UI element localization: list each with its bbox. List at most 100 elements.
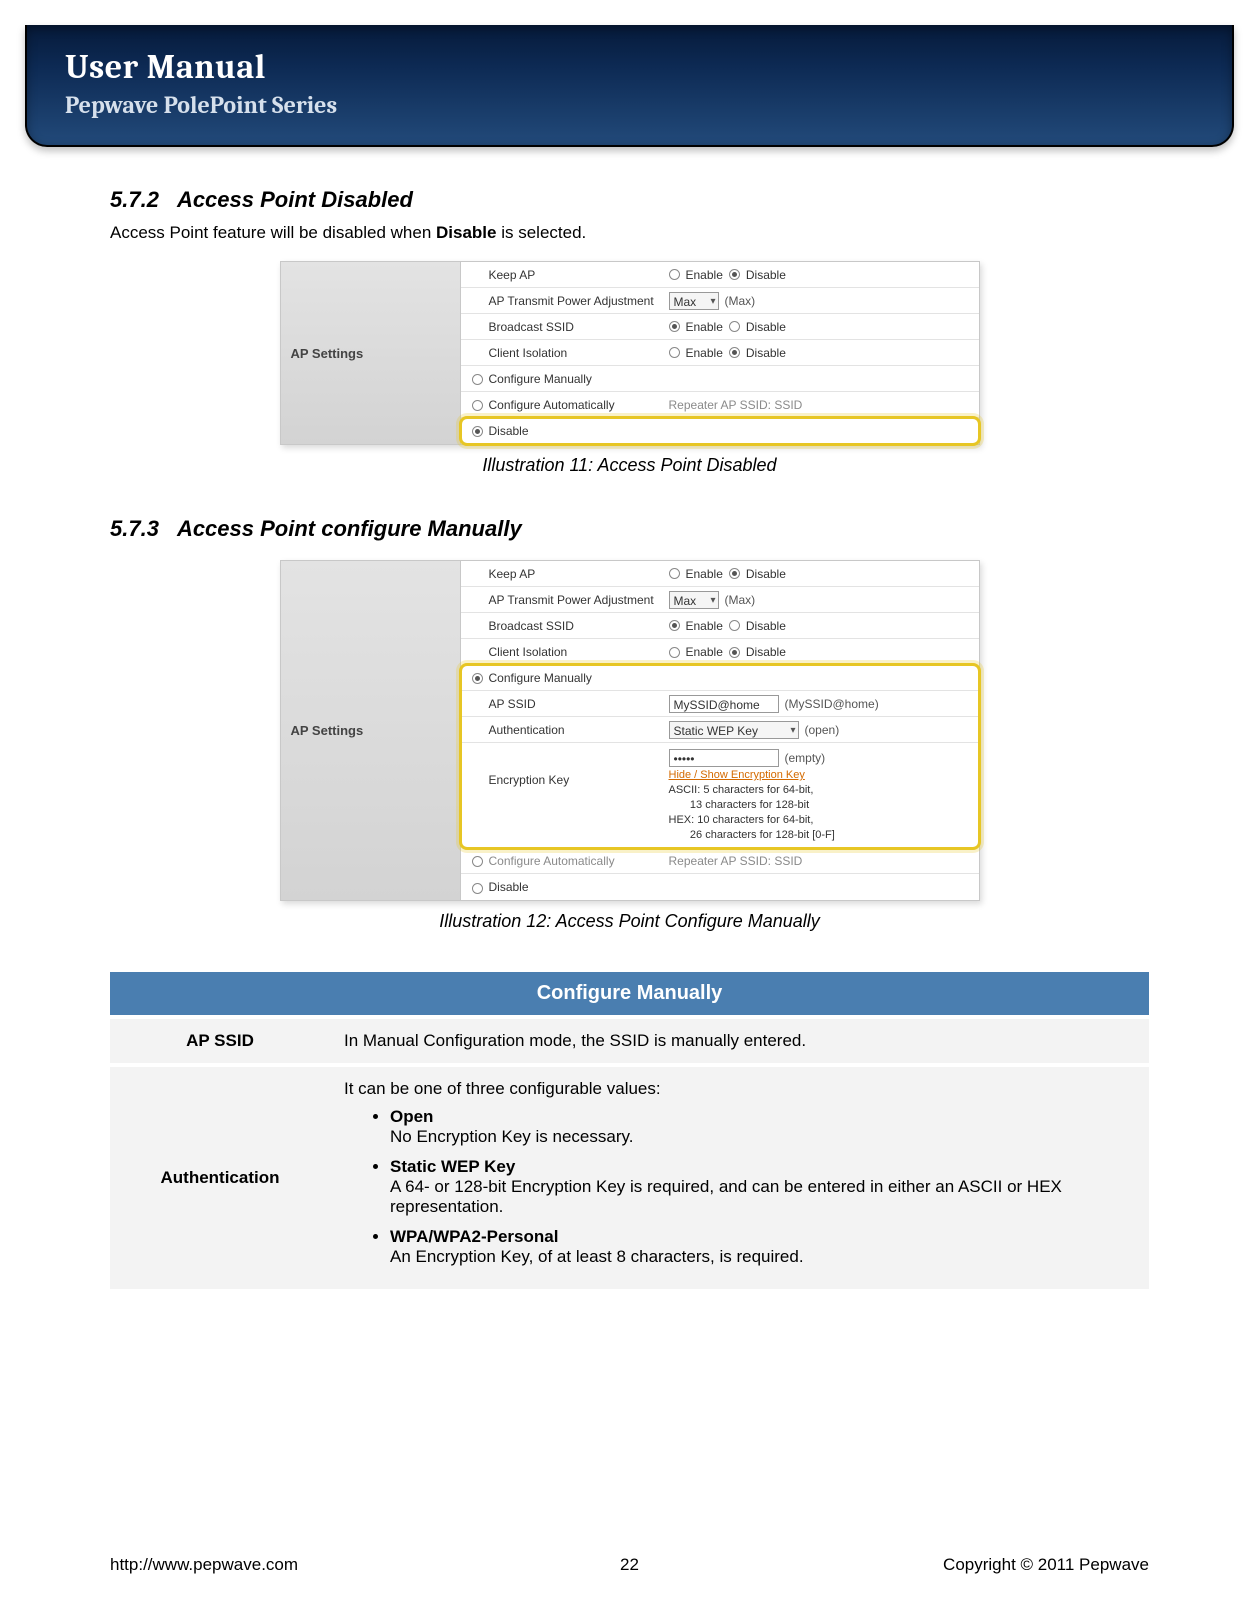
cfg-man-label: Configure Manually (489, 372, 669, 386)
row-ap-ssid: AP SSID MySSID@home (MySSID@home) (461, 691, 979, 717)
enc-help-2: 13 characters for 128-bit (690, 799, 809, 811)
bcast-disable-radio[interactable] (729, 321, 740, 332)
tx-adj-hint: (Max) (725, 294, 756, 308)
enable-text-3: Enable (686, 346, 723, 360)
disable-row-label-2: Disable (489, 880, 669, 894)
disable-text-3: Disable (746, 346, 786, 360)
body-pre: Access Point feature will be disabled wh… (110, 223, 436, 242)
keep-ap-disable-radio-2[interactable] (729, 568, 740, 579)
tx-adj-label-2: AP Transmit Power Adjustment (489, 593, 669, 607)
doc-header: User Manual Pepwave PolePoint Series (25, 25, 1234, 147)
illustration-11-caption: Illustration 11: Access Point Disabled (110, 455, 1149, 476)
enable-text: Enable (686, 268, 723, 282)
bcast-enable-radio[interactable] (669, 321, 680, 332)
keep-ap-label: Keep AP (489, 268, 669, 282)
iso-disable-radio[interactable] (729, 347, 740, 358)
illustration-12-panel: AP Settings Keep AP Enable Disable AP Tr… (280, 560, 980, 901)
keep-ap-disable-radio[interactable] (729, 269, 740, 280)
iso-enable-radio-2[interactable] (669, 647, 680, 658)
cfg-auth-item-open-title: Open (390, 1107, 1135, 1127)
cfg-auth-item-wpa-desc: An Encryption Key, of at least 8 charact… (390, 1247, 804, 1266)
manual-config-block-highlighted: Configure Manually AP SSID MySSID@home (… (461, 665, 979, 848)
row-auth: Authentication Static WEP Key (open) (461, 717, 979, 743)
cfg-row-apssid-val: In Manual Configuration mode, the SSID i… (330, 1017, 1149, 1065)
illustration-12-caption: Illustration 12: Access Point Configure … (110, 911, 1149, 932)
row-tx-adj-2: AP Transmit Power Adjustment Max (Max) (461, 587, 979, 613)
cfg-auth-item-open: Open No Encryption Key is necessary. (390, 1107, 1135, 1147)
row-cfg-auto-2: Configure Automatically Repeater AP SSID… (461, 848, 979, 874)
iso-disable-radio-2[interactable] (729, 647, 740, 658)
tx-adj-select[interactable]: Max (669, 292, 719, 310)
footer-copyright: Copyright © 2011 Pepwave (943, 1555, 1149, 1575)
cfg-auth-item-wep-desc: A 64- or 128-bit Encryption Key is requi… (390, 1177, 1062, 1216)
row-bcast: Broadcast SSID Enable Disable (461, 314, 979, 340)
enable-text-2: Enable (686, 320, 723, 334)
row-enc: Encryption Key ••••• (empty) Hide / Show… (461, 743, 979, 848)
auth-select[interactable]: Static WEP Key (669, 721, 799, 739)
iso-enable-radio[interactable] (669, 347, 680, 358)
row-disable-highlighted: Disable (461, 418, 979, 444)
row-keep-ap-2: Keep AP Enable Disable (461, 561, 979, 587)
bcast-enable-radio-2[interactable] (669, 620, 680, 631)
auth-label: Authentication (489, 723, 669, 737)
cfg-auth-item-wep: Static WEP Key A 64- or 128-bit Encrypti… (390, 1157, 1135, 1217)
cfg-manual-radio[interactable] (472, 374, 483, 385)
cfg-auto-radio[interactable] (472, 400, 483, 411)
ap-ssid-label: AP SSID (489, 697, 669, 711)
page-content: 5.7.2 Access Point Disabled Access Point… (0, 187, 1259, 1289)
toggle-enc-key-link[interactable]: Hide / Show Encryption Key (669, 769, 805, 781)
section-573-title: Access Point configure Manually (177, 516, 522, 542)
tx-adj-hint-2: (Max) (725, 593, 756, 607)
enc-key-input[interactable]: ••••• (669, 749, 779, 767)
repeater-text-2: Repeater AP SSID: SSID (669, 854, 973, 868)
configure-manually-table: Configure Manually AP SSID In Manual Con… (110, 972, 1149, 1289)
bcast-disable-radio-2[interactable] (729, 620, 740, 631)
cfg-disable-radio[interactable] (472, 426, 483, 437)
row-cfg-man-2: Configure Manually (461, 665, 979, 691)
enable-text-5: Enable (686, 619, 723, 633)
ap-settings-label-2: AP Settings (281, 561, 461, 900)
row-iso: Client Isolation Enable Disable (461, 340, 979, 366)
row-bcast-2: Broadcast SSID Enable Disable (461, 613, 979, 639)
iso-label-2: Client Isolation (489, 645, 669, 659)
keep-ap-enable-radio-2[interactable] (669, 568, 680, 579)
ap-ssid-hint: (MySSID@home) (785, 697, 879, 711)
row-disable-2: Disable (461, 874, 979, 900)
section-572-body: Access Point feature will be disabled wh… (110, 223, 1149, 243)
tx-adj-label: AP Transmit Power Adjustment (489, 294, 669, 308)
doc-title: User Manual (65, 47, 1194, 87)
footer-page-number: 22 (620, 1555, 639, 1575)
cfg-auth-item-wep-title: Static WEP Key (390, 1157, 1135, 1177)
tx-adj-select-2[interactable]: Max (669, 591, 719, 609)
cfg-row-apssid: AP SSID In Manual Configuration mode, th… (110, 1017, 1149, 1065)
section-572-heading: 5.7.2 Access Point Disabled (110, 187, 1149, 213)
cfg-man-label-2: Configure Manually (489, 671, 669, 685)
cfg-row-apssid-key: AP SSID (110, 1017, 330, 1065)
cfg-row-auth: Authentication It can be one of three co… (110, 1065, 1149, 1289)
cfg-auto-radio-2[interactable] (472, 856, 483, 867)
row-keep-ap: Keep AP Enable Disable (461, 262, 979, 288)
iso-label: Client Isolation (489, 346, 669, 360)
disable-text-2: Disable (746, 320, 786, 334)
bcast-label: Broadcast SSID (489, 320, 669, 334)
row-iso-2: Client Isolation Enable Disable (461, 639, 979, 665)
ap-ssid-input[interactable]: MySSID@home (669, 695, 779, 713)
section-573-num: 5.7.3 (110, 516, 159, 542)
cfg-manual-radio-2[interactable] (472, 673, 483, 684)
cfg-table-header: Configure Manually (110, 972, 1149, 1017)
footer-url: http://www.pepwave.com (110, 1555, 298, 1575)
page-footer: http://www.pepwave.com 22 Copyright © 20… (110, 1555, 1149, 1575)
body-post: is selected. (497, 223, 587, 242)
repeater-text: Repeater AP SSID: SSID (669, 398, 973, 412)
keep-ap-enable-radio[interactable] (669, 269, 680, 280)
cfg-row-auth-intro: It can be one of three configurable valu… (344, 1079, 661, 1098)
auth-hint: (open) (805, 723, 840, 737)
row-cfg-man: Configure Manually (461, 366, 979, 392)
cfg-disable-radio-2[interactable] (472, 883, 483, 894)
enc-label: Encryption Key (489, 749, 669, 787)
disable-row-label: Disable (489, 424, 669, 438)
disable-text: Disable (746, 268, 786, 282)
body-bold: Disable (436, 223, 496, 242)
cfg-auth-item-open-desc: No Encryption Key is necessary. (390, 1127, 633, 1146)
cfg-auto-label-2: Configure Automatically (489, 854, 669, 868)
